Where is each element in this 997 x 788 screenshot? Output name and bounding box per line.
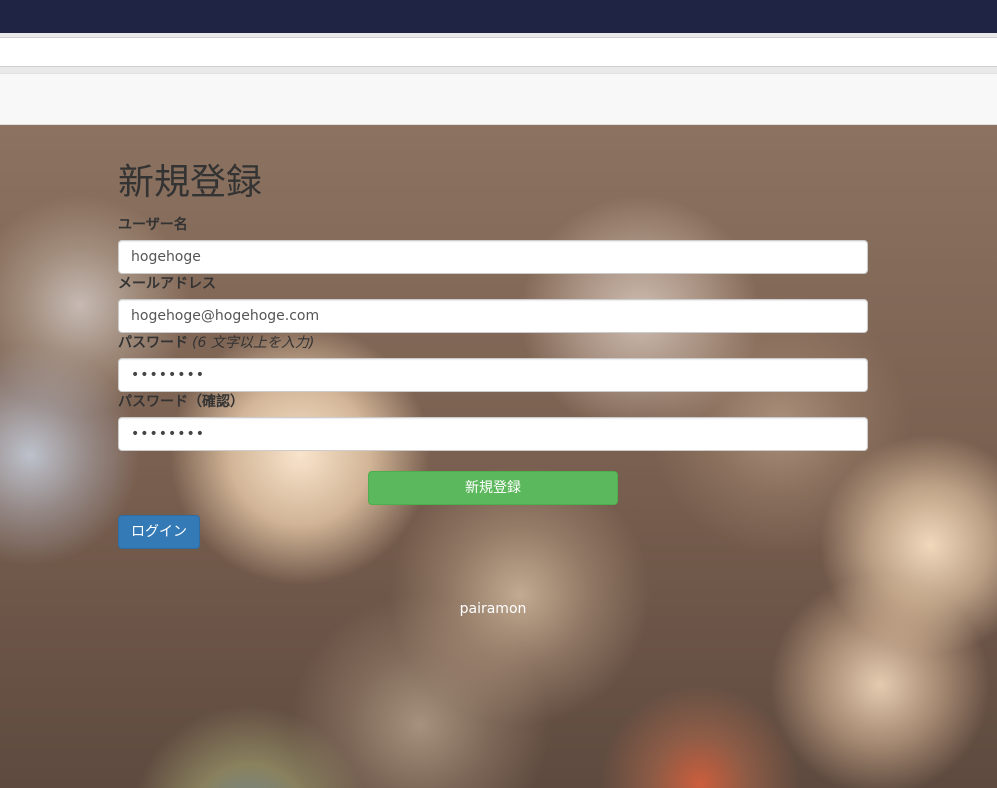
email-label: メールアドレス <box>118 274 216 294</box>
footer-text: pairamon <box>459 601 527 617</box>
browser-title-bar <box>0 0 997 33</box>
username-label: ユーザー名 <box>118 215 188 235</box>
password-confirm-input[interactable]: •••••••• <box>118 417 868 451</box>
password-input[interactable]: •••••••• <box>118 358 868 392</box>
password-hint: (6 文字以上を入力) <box>192 335 315 351</box>
address-bar[interactable] <box>0 37 997 67</box>
site-navbar <box>0 73 997 125</box>
password-confirm-label: パスワード（確認） <box>118 392 244 412</box>
password-confirm-label-text: パスワード（確認） <box>118 394 244 410</box>
browser-toolbar <box>0 33 997 73</box>
email-label-text: メールアドレス <box>118 276 216 292</box>
signup-submit-button[interactable]: 新規登録 <box>368 471 618 505</box>
password-label: パスワード (6 文字以上を入力) <box>118 333 314 353</box>
login-button[interactable]: ログイン <box>118 515 200 549</box>
email-input[interactable]: hogehoge@hogehoge.com <box>118 299 868 333</box>
page-title: 新規登録 <box>118 162 263 203</box>
username-label-text: ユーザー名 <box>118 217 188 233</box>
username-input[interactable]: hogehoge <box>118 240 868 274</box>
password-label-text: パスワード <box>118 335 188 351</box>
